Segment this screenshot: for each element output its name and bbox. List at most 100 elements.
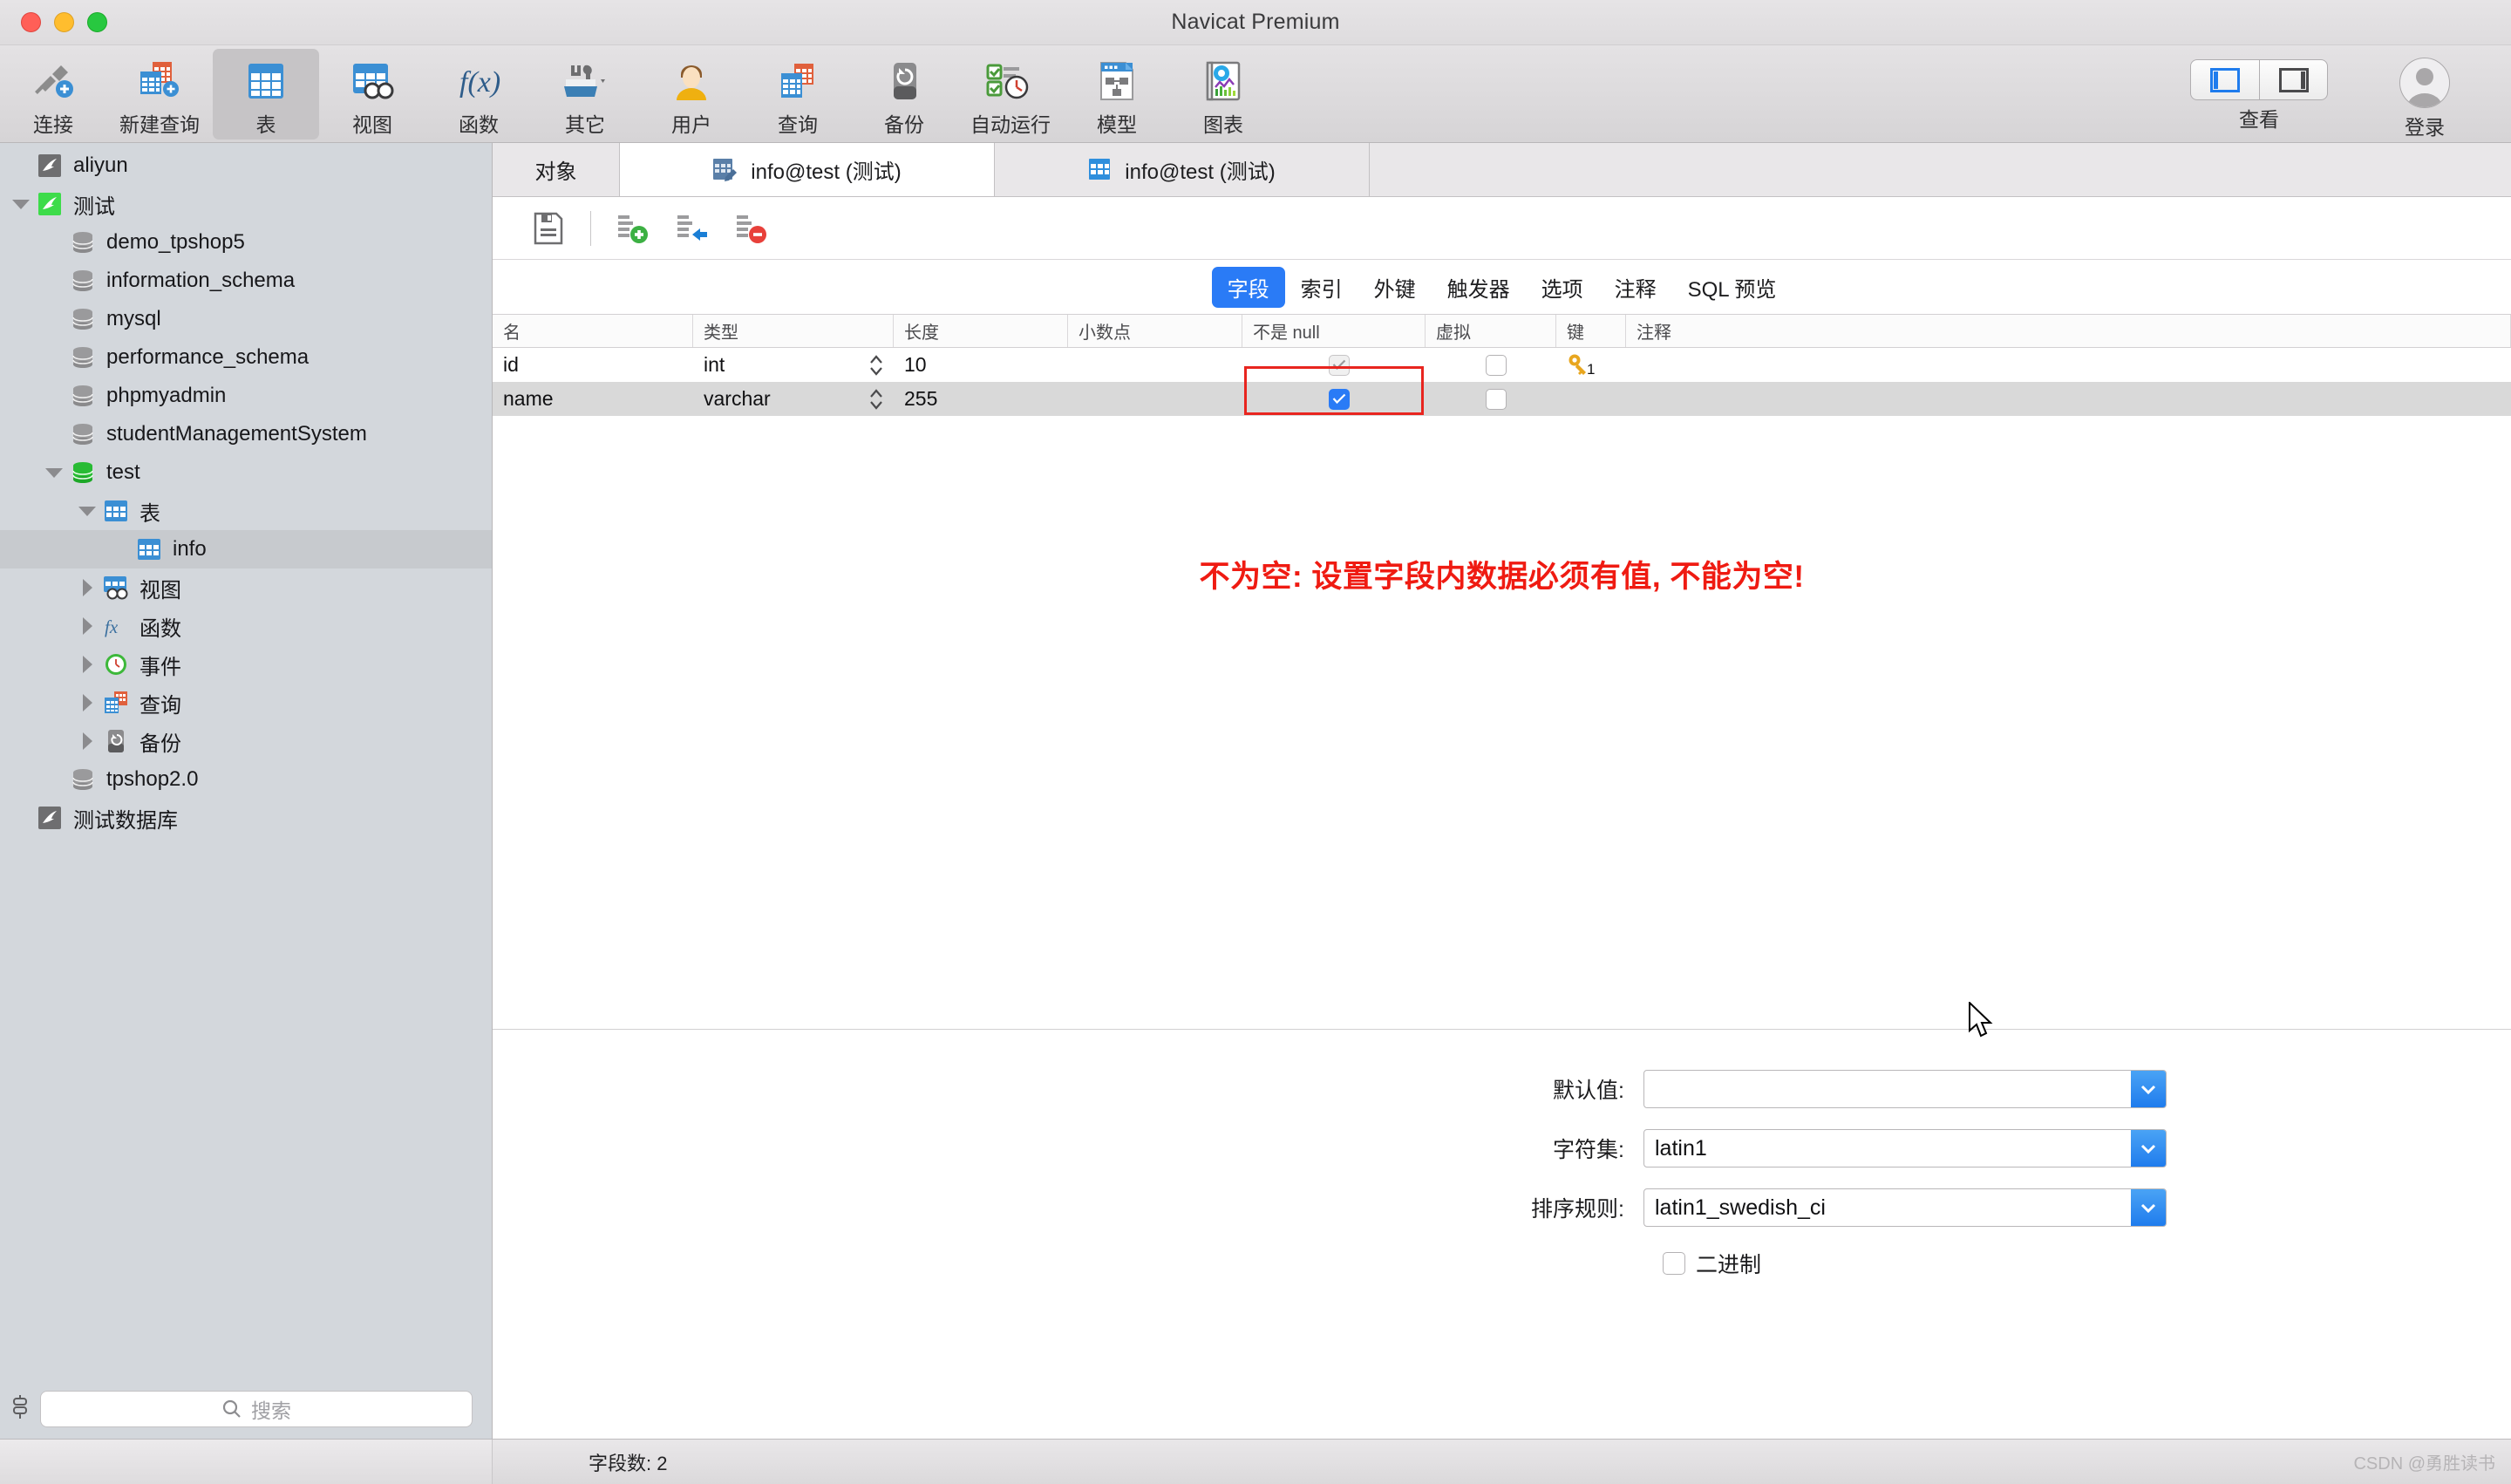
chevron-right-icon[interactable] (75, 732, 99, 750)
toolbar-item-table[interactable]: 表 (213, 49, 319, 140)
not-null-cell[interactable] (1242, 366, 1426, 416)
avatar[interactable] (2399, 58, 2450, 108)
charset-field[interactable]: latin1 (1644, 1130, 2131, 1167)
chevron-right-icon[interactable] (75, 579, 99, 596)
default-value-field[interactable] (1644, 1071, 2131, 1107)
chevron-right-icon[interactable] (75, 617, 99, 635)
virtual-cell[interactable] (1426, 348, 1556, 382)
field-type-cell[interactable]: int (693, 348, 894, 382)
table-row[interactable]: id int 10 1 (493, 348, 2511, 382)
grid-column-header[interactable]: 长度 (894, 315, 1068, 347)
tree-item-studentManagementSystem[interactable]: studentManagementSystem (0, 415, 492, 453)
tree-item-info[interactable]: info (0, 530, 492, 568)
tree-item-test[interactable]: test (0, 453, 492, 492)
show-right-panel-icon[interactable] (2259, 60, 2327, 99)
grid-column-header[interactable]: 虚拟 (1426, 315, 1556, 347)
field-name-cell[interactable]: id (493, 348, 693, 382)
tree-item-测试[interactable]: 测试 (0, 185, 492, 223)
chevron-down-icon[interactable] (2131, 1189, 2166, 1226)
not-null-checkbox[interactable] (1329, 388, 1350, 410)
tree-item-label: 查询 (140, 693, 181, 718)
tree-item-tpshop2.0[interactable]: tpshop2.0 (0, 760, 492, 799)
chevron-down-icon[interactable] (2131, 1071, 2166, 1107)
comment-cell[interactable] (1626, 348, 2511, 382)
not-null-cell[interactable] (1242, 348, 1426, 382)
tree-item-备份[interactable]: 备份 (0, 722, 492, 760)
add-field-button[interactable] (603, 203, 663, 254)
tab-document-2[interactable]: info@test (测试) (995, 143, 1370, 196)
key-cell[interactable] (1556, 382, 1626, 416)
subtab-6[interactable]: SQL 预览 (1672, 267, 1793, 308)
toolbar-item-new-query[interactable]: 新建查询 (106, 49, 213, 140)
tree-item-information_schema[interactable]: information_schema (0, 262, 492, 300)
chevron-down-icon[interactable] (2131, 1130, 2166, 1167)
virtual-checkbox[interactable] (1486, 388, 1507, 410)
delete-field-button[interactable] (722, 203, 781, 254)
show-left-panel-icon[interactable] (2191, 60, 2259, 99)
field-type-cell[interactable]: varchar (693, 382, 894, 416)
chevron-down-icon[interactable] (9, 199, 33, 209)
tab-document-1[interactable]: info@test (测试) (620, 143, 995, 196)
tree-item-aliyun[interactable]: aliyun (0, 146, 492, 185)
field-decimals-cell[interactable] (1068, 348, 1242, 382)
tree-item-demo_tpshop5[interactable]: demo_tpshop5 (0, 223, 492, 262)
collation-combobox[interactable]: latin1_swedish_ci (1643, 1188, 2167, 1227)
virtual-checkbox[interactable] (1486, 354, 1507, 376)
comment-cell[interactable] (1626, 382, 2511, 416)
tree-item-测试数据库[interactable]: 测试数据库 (0, 799, 492, 837)
tree-item-事件[interactable]: 事件 (0, 645, 492, 684)
type-stepper[interactable] (868, 386, 885, 412)
grid-column-header[interactable]: 名 (493, 315, 693, 347)
chevron-down-icon[interactable] (75, 506, 99, 516)
toolbar-item-backup[interactable]: 备份 (851, 49, 957, 140)
tab-objects[interactable]: 对象 (493, 143, 620, 196)
collation-field[interactable]: latin1_swedish_ci (1644, 1189, 2131, 1226)
tree-item-performance_schema[interactable]: performance_schema (0, 338, 492, 377)
search-input[interactable]: 搜索 (40, 1391, 473, 1427)
binary-checkbox[interactable] (1663, 1252, 1685, 1275)
tree-item-查询[interactable]: 查询 (0, 684, 492, 722)
toolbar-item-model[interactable]: 模型 (1064, 49, 1170, 140)
grid-column-header[interactable]: 键 (1556, 315, 1626, 347)
tree-item-mysql[interactable]: mysql (0, 300, 492, 338)
grid-column-header[interactable]: 小数点 (1068, 315, 1242, 347)
subtab-5[interactable]: 注释 (1599, 267, 1672, 308)
subtab-1[interactable]: 索引 (1285, 267, 1358, 308)
toolbar-item-automation[interactable]: 自动运行 (957, 49, 1064, 140)
tree-item-函数[interactable]: fx 函数 (0, 607, 492, 645)
chevron-down-icon[interactable] (42, 467, 66, 478)
subtab-4[interactable]: 选项 (1526, 267, 1599, 308)
subtab-2[interactable]: 外键 (1358, 267, 1432, 308)
chevron-right-icon[interactable] (75, 694, 99, 711)
not-null-checkbox[interactable] (1329, 354, 1350, 376)
chevron-right-icon[interactable] (75, 656, 99, 673)
grid-column-header[interactable]: 不是 null (1242, 315, 1426, 347)
subtab-3[interactable]: 触发器 (1432, 267, 1526, 308)
virtual-cell[interactable] (1426, 382, 1556, 416)
default-value-combobox[interactable] (1643, 1070, 2167, 1108)
toolbar-item-user[interactable]: 用户 (638, 49, 745, 140)
toolbar-item-function[interactable]: f(x) 函数 (425, 49, 532, 140)
login-group[interactable]: 登录 (2359, 49, 2490, 140)
charset-combobox[interactable]: latin1 (1643, 1129, 2167, 1167)
insert-field-button[interactable] (663, 203, 722, 254)
tree-item-表[interactable]: 表 (0, 492, 492, 530)
save-button[interactable] (519, 203, 578, 254)
grid-column-header[interactable]: 类型 (693, 315, 894, 347)
subtab-0[interactable]: 字段 (1211, 266, 1285, 308)
field-decimals-cell[interactable] (1068, 382, 1242, 416)
field-length-cell[interactable]: 255 (894, 382, 1068, 416)
field-length-cell[interactable]: 10 (894, 348, 1068, 382)
grid-column-header[interactable]: 注释 (1626, 315, 2511, 347)
toolbar-item-connection[interactable]: 连接 (0, 49, 106, 140)
key-cell[interactable]: 1 (1556, 348, 1626, 382)
toolbar-item-query[interactable]: 查询 (745, 49, 851, 140)
toolbar-item-view[interactable]: 视图 (319, 49, 425, 140)
toolbar-item-chart[interactable]: 图表 (1170, 49, 1276, 140)
toolbar-item-other[interactable]: 其它 (532, 49, 638, 140)
field-name-cell[interactable]: name (493, 382, 693, 416)
table-row[interactable]: name varchar 255 (493, 366, 2511, 416)
type-stepper[interactable] (868, 352, 885, 378)
tree-item-视图[interactable]: 视图 (0, 568, 492, 607)
tree-item-phpmyadmin[interactable]: phpmyadmin (0, 377, 492, 415)
